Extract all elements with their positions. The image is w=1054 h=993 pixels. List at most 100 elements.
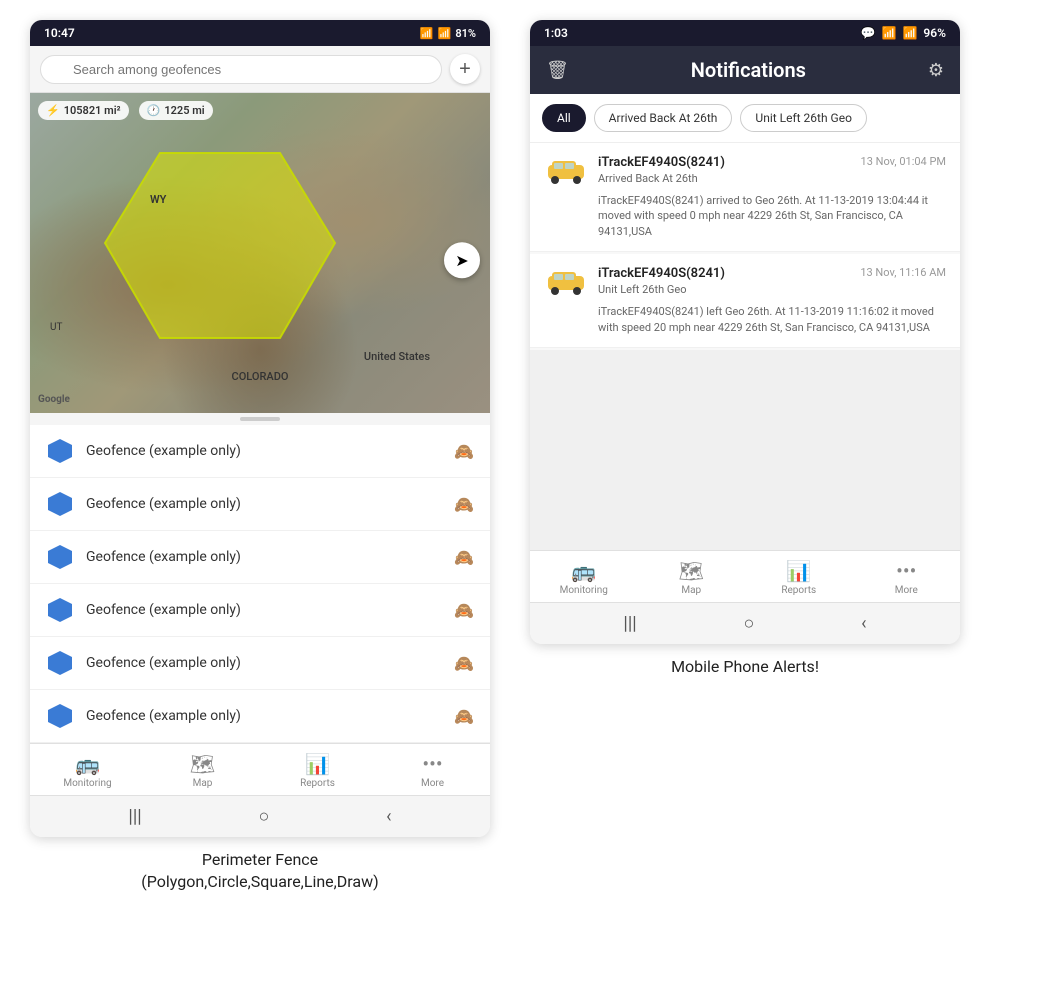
notification-card-2[interactable]: iTrackEF4940S(8241) 13 Nov, 11:16 AM Uni… <box>530 254 960 348</box>
map-label-ut: UT <box>50 322 62 333</box>
notif-event-1: Arrived Back At 26th <box>598 172 946 185</box>
reports-icon: 📊 <box>305 752 330 776</box>
eye-icon-1[interactable]: 🙈 <box>454 442 474 461</box>
search-input[interactable] <box>40 55 442 84</box>
notif-desc-1: iTrackEF4940S(8241) arrived to Geo 26th.… <box>544 193 946 239</box>
monitoring-icon: 🚌 <box>75 752 100 776</box>
car-icon-2 <box>544 266 588 298</box>
right-reports-label: Reports <box>781 585 816 596</box>
right-more-icon: ••• <box>896 559 916 583</box>
geofence-item-3[interactable]: Geofence (example only) 🙈 <box>30 531 490 584</box>
right-nav-map[interactable]: 🗺 Map <box>638 551 746 602</box>
car-icon-1 <box>544 155 588 187</box>
notif-card-1-header: iTrackEF4940S(8241) 13 Nov, 01:04 PM Arr… <box>544 155 946 187</box>
signal-icon-right: 📶 <box>902 26 917 40</box>
right-caption-text: Mobile Phone Alerts! <box>671 657 819 676</box>
geofence-label-3: Geofence (example only) <box>86 549 442 565</box>
battery-right: 96% <box>923 26 946 40</box>
notification-card-1[interactable]: iTrackEF4940S(8241) 13 Nov, 01:04 PM Arr… <box>530 143 960 252</box>
geofence-item-5[interactable]: Geofence (example only) 🙈 <box>30 637 490 690</box>
map-stats: ⚡ 105821 mi² 🕐 1225 mi <box>38 101 213 120</box>
wifi-icon: 📶 <box>420 27 434 40</box>
right-nav-reports[interactable]: 📊 Reports <box>745 551 853 602</box>
geofence-icon-5 <box>46 649 74 677</box>
nav-reports[interactable]: 📊 Reports <box>260 744 375 795</box>
filter-arrived[interactable]: Arrived Back At 26th <box>594 104 733 132</box>
geofence-polygon-overlay <box>80 143 340 363</box>
right-android-menu-btn[interactable]: ||| <box>623 613 636 634</box>
right-android-nav: ||| ○ ‹ <box>530 602 960 644</box>
empty-list-area <box>530 350 960 550</box>
filter-tabs: All Arrived Back At 26th Unit Left 26th … <box>530 94 960 143</box>
delete-icon[interactable]: 🗑 <box>546 60 569 81</box>
google-logo: Google <box>38 394 70 405</box>
geofence-item-1[interactable]: Geofence (example only) 🙈 <box>30 425 490 478</box>
battery-left: 81% <box>455 27 476 40</box>
notif-desc-2: iTrackEF4940S(8241) left Geo 26th. At 11… <box>544 304 946 335</box>
eye-icon-6[interactable]: 🙈 <box>454 707 474 726</box>
android-back-btn[interactable]: ‹ <box>386 806 391 827</box>
left-bottom-nav: 🚌 Monitoring 🗺 Map 📊 Reports ••• More <box>30 743 490 795</box>
compass-button[interactable]: ➤ <box>444 242 480 278</box>
left-status-icons: 📶 📶 81% <box>420 27 476 40</box>
more-icon: ••• <box>422 752 442 776</box>
notif-card-2-header: iTrackEF4940S(8241) 13 Nov, 11:16 AM Uni… <box>544 266 946 298</box>
search-wrapper[interactable]: 🔍 <box>40 55 442 84</box>
geofence-icon-6 <box>46 702 74 730</box>
geofence-label-4: Geofence (example only) <box>86 602 442 618</box>
geofence-label-6: Geofence (example only) <box>86 708 442 724</box>
map-area[interactable]: ⚡ 105821 mi² 🕐 1225 mi ➤ WY UT United St… <box>30 93 490 413</box>
right-map-icon: 🗺 <box>679 559 704 583</box>
nav-monitoring[interactable]: 🚌 Monitoring <box>30 744 145 795</box>
notif-time-2: 13 Nov, 11:16 AM <box>860 266 946 279</box>
right-map-label: Map <box>681 585 701 596</box>
add-geofence-button[interactable]: + <box>450 54 480 84</box>
right-monitoring-label: Monitoring <box>560 585 608 596</box>
left-android-nav: ||| ○ ‹ <box>30 795 490 837</box>
left-caption: Perimeter Fence(Polygon,Circle,Square,Li… <box>131 837 388 894</box>
geofence-label-1: Geofence (example only) <box>86 443 442 459</box>
filter-all[interactable]: All <box>542 104 586 132</box>
car-svg-2 <box>544 268 588 296</box>
header-right-icons: ⚙ <box>928 60 944 81</box>
eye-icon-2[interactable]: 🙈 <box>454 495 474 514</box>
right-more-label: More <box>895 585 918 596</box>
filter-left[interactable]: Unit Left 26th Geo <box>740 104 867 132</box>
nav-more[interactable]: ••• More <box>375 744 490 795</box>
right-nav-monitoring[interactable]: 🚌 Monitoring <box>530 551 638 602</box>
android-menu-btn[interactable]: ||| <box>128 806 141 827</box>
geofence-item-2[interactable]: Geofence (example only) 🙈 <box>30 478 490 531</box>
geofence-label-2: Geofence (example only) <box>86 496 442 512</box>
right-reports-icon: 📊 <box>786 559 811 583</box>
wifi-icon-right: 📶 <box>882 26 897 40</box>
notif-card-2-info: iTrackEF4940S(8241) 13 Nov, 11:16 AM Uni… <box>598 266 946 296</box>
notifications-title: Notifications <box>691 58 806 82</box>
reports-label: Reports <box>300 778 335 789</box>
search-bar: 🔍 + <box>30 46 490 93</box>
eye-icon-3[interactable]: 🙈 <box>454 548 474 567</box>
right-phone: 1:03 💬 📶 📶 96% 🗑 Notifications ⚙ <box>530 20 960 644</box>
notifications-header: 🗑 Notifications ⚙ <box>530 46 960 94</box>
right-nav-more[interactable]: ••• More <box>853 551 961 602</box>
nav-map[interactable]: 🗺 Map <box>145 744 260 795</box>
android-home-btn[interactable]: ○ <box>258 806 269 827</box>
eye-icon-4[interactable]: 🙈 <box>454 601 474 620</box>
map-label-us: United States <box>364 350 430 363</box>
right-android-home-btn[interactable]: ○ <box>743 613 754 634</box>
notifications-list: iTrackEF4940S(8241) 13 Nov, 01:04 PM Arr… <box>530 143 960 550</box>
eye-icon-5[interactable]: 🙈 <box>454 654 474 673</box>
geofence-label-5: Geofence (example only) <box>86 655 442 671</box>
right-status-icons: 💬 📶 📶 96% <box>861 26 946 40</box>
notif-device-2: iTrackEF4940S(8241) <box>598 266 725 281</box>
area-stat: ⚡ 105821 mi² <box>38 101 129 120</box>
geofence-item-6[interactable]: Geofence (example only) 🙈 <box>30 690 490 743</box>
right-android-back-btn[interactable]: ‹ <box>861 613 866 634</box>
map-label-wy: WY <box>150 193 166 206</box>
geofence-icon-4 <box>46 596 74 624</box>
scroll-indicator <box>30 413 490 425</box>
header-left-icons: 🗑 <box>546 60 569 81</box>
settings-icon[interactable]: ⚙ <box>928 60 944 81</box>
geofence-item-4[interactable]: Geofence (example only) 🙈 <box>30 584 490 637</box>
chat-icon: 💬 <box>861 26 876 40</box>
left-time: 10:47 <box>44 26 75 40</box>
